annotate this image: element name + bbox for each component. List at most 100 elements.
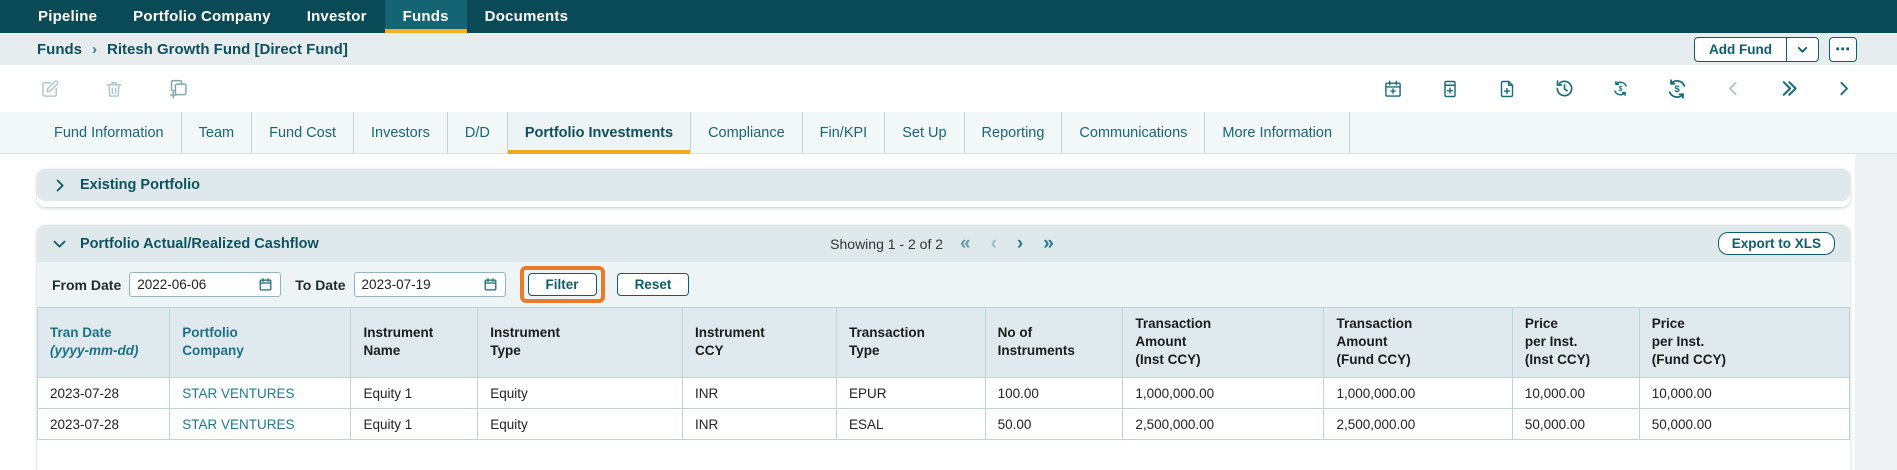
tab-set-up[interactable]: Set Up bbox=[884, 112, 963, 153]
calendar-icon[interactable] bbox=[258, 277, 273, 292]
table-cell: Equity bbox=[477, 408, 684, 441]
section-title: Portfolio Actual/Realized Cashflow bbox=[80, 235, 319, 252]
column-header-instrument-name: Instrument Name bbox=[350, 306, 479, 379]
next-page-icon[interactable]: › bbox=[1014, 234, 1026, 253]
table-row: 2023-07-28 STAR VENTURES Equity 1 Equity INR… bbox=[36, 408, 1851, 441]
table-cell: 2,500,000.00 bbox=[1122, 408, 1325, 441]
add-fund-button[interactable]: Add Fund bbox=[1695, 38, 1786, 61]
edit-icon[interactable] bbox=[40, 79, 60, 99]
calendar-add-icon[interactable] bbox=[1383, 79, 1403, 99]
cashflow-filter-row: From Date 2022-06-06 To Date 2023-07-19 … bbox=[37, 262, 1850, 307]
portfolio-company-cell: STAR VENTURES bbox=[169, 408, 352, 441]
history-icon[interactable] bbox=[1554, 78, 1575, 99]
currency-refresh-icon[interactable]: $ bbox=[1666, 78, 1688, 100]
main-content: Existing Portfolio Portfolio Actual/Real… bbox=[0, 154, 1897, 470]
toolbar-left-group bbox=[40, 78, 189, 99]
breadcrumb-bar: Funds › Ritesh Growth Fund [Direct Fund]… bbox=[0, 33, 1897, 65]
table-row: 2023-07-28 STAR VENTURES Equity 1 Equity INR… bbox=[36, 377, 1851, 410]
tab-compliance[interactable]: Compliance bbox=[690, 112, 802, 153]
tab-d-d[interactable]: D/D bbox=[446, 112, 507, 153]
tab-portfolio-investments[interactable]: Portfolio Investments bbox=[506, 112, 691, 154]
cashflow-header[interactable]: Portfolio Actual/Realized Cashflow Showi… bbox=[37, 225, 1850, 262]
cashflow-table: Tran Date (yyyy-mm-dd) Portfolio Company Ins… bbox=[36, 306, 1851, 441]
tab-fin-kpi[interactable]: Fin/KPI bbox=[801, 112, 885, 153]
chevron-left-icon[interactable] bbox=[1725, 80, 1742, 97]
existing-portfolio-header[interactable]: Existing Portfolio bbox=[37, 169, 1850, 201]
top-navigation: Pipeline Portfolio Company Investor Funds Do… bbox=[0, 0, 1897, 33]
tab-divider bbox=[1349, 112, 1351, 153]
table-cell: INR bbox=[682, 408, 838, 441]
table-cell: 1,000,000.00 bbox=[1323, 377, 1513, 410]
tab-communications[interactable]: Communications bbox=[1061, 112, 1204, 153]
document-add-icon[interactable] bbox=[1497, 79, 1517, 99]
table-cell: 50.00 bbox=[984, 408, 1124, 441]
table-cell: 2,500,000.00 bbox=[1323, 408, 1513, 441]
column-header-instrument-type: Instrument Type bbox=[477, 306, 684, 379]
portfolio-company-link[interactable]: STAR VENTURES bbox=[182, 417, 294, 432]
chevron-right-icon[interactable] bbox=[1835, 80, 1852, 97]
register-add-icon[interactable] bbox=[1440, 79, 1460, 99]
nav-item-documents[interactable]: Documents bbox=[467, 0, 586, 33]
portfolio-company-link[interactable]: STAR VENTURES bbox=[182, 386, 294, 401]
table-cell: 2023-07-28 bbox=[36, 377, 171, 410]
duplicate-add-icon[interactable] bbox=[168, 78, 189, 99]
portfolio-company-cell: STAR VENTURES bbox=[169, 377, 352, 410]
to-date-label: To Date bbox=[295, 276, 346, 293]
pagination: Showing 1 - 2 of 2 « ‹ › » bbox=[830, 234, 1057, 253]
cashflow-table-wrap: Tran Date (yyyy-mm-dd) Portfolio Company Ins… bbox=[36, 306, 1851, 441]
table-cell: 100.00 bbox=[984, 377, 1124, 410]
from-date-input[interactable]: 2022-06-06 bbox=[129, 272, 282, 297]
nav-item-portfolio-company[interactable]: Portfolio Company bbox=[115, 0, 289, 33]
breadcrumb-root[interactable]: Funds bbox=[37, 41, 82, 58]
table-cell: Equity bbox=[477, 377, 684, 410]
showing-label: Showing 1 - 2 of 2 bbox=[830, 235, 944, 252]
tab-fund-information[interactable]: Fund Information bbox=[37, 112, 181, 153]
svg-text:$: $ bbox=[1619, 85, 1623, 93]
column-header-price-per-inst-fund-ccy: Price per Inst. (Fund CCY) bbox=[1638, 306, 1851, 379]
section-title: Existing Portfolio bbox=[80, 177, 201, 193]
tab-fund-cost[interactable]: Fund Cost bbox=[251, 112, 353, 153]
record-toolbar: $ $ bbox=[0, 65, 1897, 112]
column-header-price-per-inst-inst-ccy: Price per Inst. (Inst CCY) bbox=[1511, 306, 1640, 379]
column-header-portfolio-company: Portfolio Company bbox=[169, 306, 352, 379]
svg-text:$: $ bbox=[1674, 84, 1680, 95]
tab-team[interactable]: Team bbox=[180, 112, 251, 153]
table-cell: 1,000,000.00 bbox=[1122, 377, 1325, 410]
fund-tabs: Fund Information Team Fund Cost Investors D/… bbox=[0, 112, 1897, 154]
add-fund-dropdown-button[interactable] bbox=[1786, 37, 1818, 61]
nav-item-funds[interactable]: Funds bbox=[384, 0, 467, 33]
previous-page-icon[interactable]: ‹ bbox=[988, 234, 1000, 253]
tab-reporting[interactable]: Reporting bbox=[963, 112, 1062, 153]
table-cell: 10,000.00 bbox=[1638, 377, 1851, 410]
nav-item-pipeline[interactable]: Pipeline bbox=[20, 0, 115, 33]
filter-button[interactable]: Filter bbox=[527, 273, 597, 296]
breadcrumb-separator-icon: › bbox=[92, 40, 97, 58]
tab-investors[interactable]: Investors bbox=[353, 112, 447, 153]
table-cell: INR bbox=[682, 377, 838, 410]
existing-portfolio-card: Existing Portfolio bbox=[37, 169, 1850, 207]
double-chevron-right-icon[interactable] bbox=[1779, 79, 1798, 98]
table-cell: Equity 1 bbox=[350, 408, 479, 441]
last-page-icon[interactable]: » bbox=[1040, 234, 1057, 253]
column-header-transaction-amount-fund-ccy: Transaction Amount (Fund CCY) bbox=[1323, 306, 1513, 379]
currency-refresh-small-icon[interactable]: $ bbox=[1612, 80, 1629, 97]
to-date-input[interactable]: 2023-07-19 bbox=[353, 272, 506, 297]
table-cell: ESAL bbox=[836, 408, 986, 441]
more-options-button[interactable]: ⋯ bbox=[1829, 36, 1857, 62]
reset-button[interactable]: Reset bbox=[616, 273, 690, 296]
column-header-transaction-amount-inst-ccy: Transaction Amount (Inst CCY) bbox=[1122, 306, 1325, 379]
first-page-icon[interactable]: « bbox=[957, 234, 974, 253]
export-to-xls-button[interactable]: Export to XLS bbox=[1717, 232, 1835, 255]
nav-item-investor[interactable]: Investor bbox=[289, 0, 385, 33]
column-header-no-of-instruments: No of Instruments bbox=[984, 306, 1124, 379]
chevron-right-icon bbox=[56, 179, 64, 191]
tab-more-information[interactable]: More Information bbox=[1204, 112, 1349, 153]
table-cell: 2023-07-28 bbox=[36, 408, 171, 441]
chevron-down-icon bbox=[53, 240, 66, 248]
ellipsis-icon: ⋯ bbox=[1835, 41, 1851, 58]
calendar-icon[interactable] bbox=[483, 277, 498, 292]
to-date-value: 2023-07-19 bbox=[361, 277, 431, 292]
table-cell: 50,000.00 bbox=[1638, 408, 1851, 441]
delete-icon[interactable] bbox=[104, 79, 124, 99]
toolbar-right-group: $ $ bbox=[1383, 78, 1852, 100]
